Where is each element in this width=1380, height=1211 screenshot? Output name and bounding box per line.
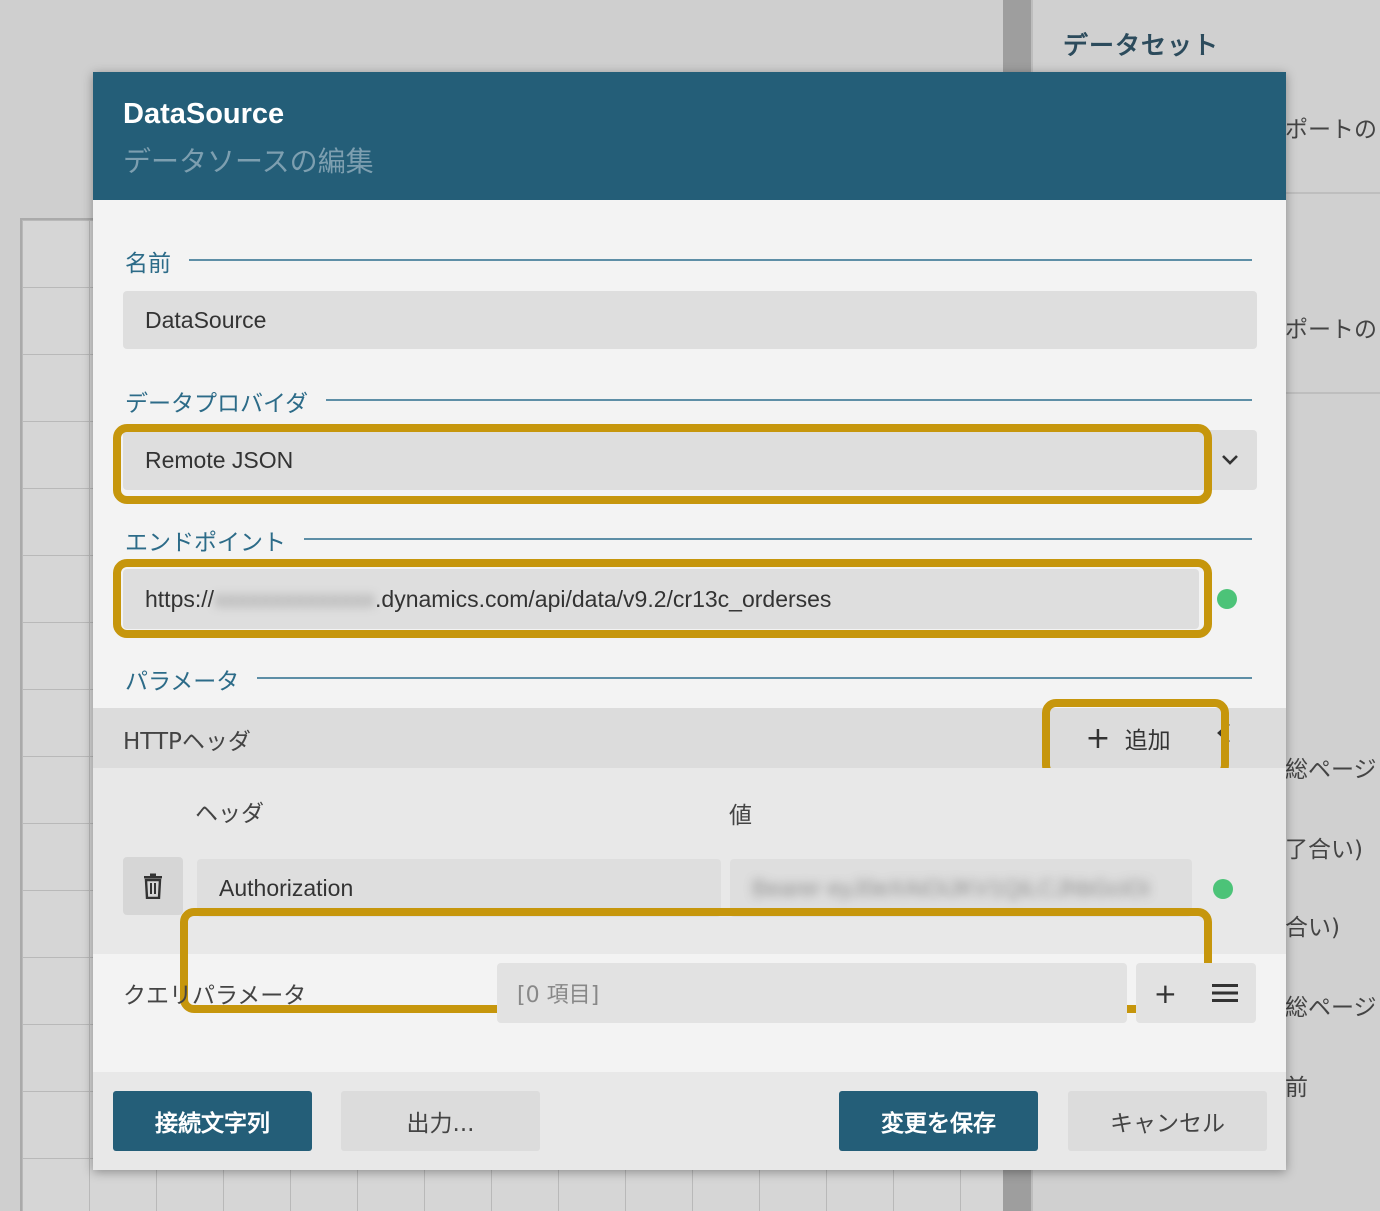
collapse-icon[interactable] — [1215, 722, 1231, 750]
panel-item-text: 総ページ — [1285, 757, 1377, 783]
panel-item-text: ポートの — [1285, 117, 1377, 143]
save-changes-button[interactable]: 変更を保存 — [839, 1091, 1038, 1151]
section-divider — [125, 259, 1252, 261]
header-column-title: ヘッダ — [195, 801, 264, 827]
export-button[interactable]: 出力... — [341, 1091, 540, 1151]
query-params-tools: + — [1136, 963, 1256, 1023]
chevron-down-icon — [1222, 455, 1238, 465]
endpoint-suffix: .dynamics.com/api/data/v9.2/cr13c_orders… — [375, 585, 832, 612]
endpoint-prefix: https:// — [145, 585, 215, 612]
http-headers-bar: HTTPヘッダ + 追加 — [93, 708, 1286, 768]
dataset-panel-title: データセット — [1063, 31, 1220, 60]
provider-section-label: データプロバイダ — [125, 384, 327, 418]
dialog-footer: 接続文字列 出力... 変更を保存 キャンセル — [93, 1072, 1286, 1170]
panel-item-text: 前 — [1285, 1075, 1308, 1101]
header-name-input[interactable]: Authorization — [197, 859, 721, 917]
query-params-label: クエリパラメータ — [123, 983, 307, 1009]
datasource-edit-dialog: DataSource データソースの編集 名前 DataSource データプロ… — [93, 72, 1286, 1170]
cancel-button[interactable]: キャンセル — [1068, 1091, 1267, 1151]
header-status-icon — [1213, 879, 1233, 899]
http-headers-label: HTTPヘッダ — [123, 729, 251, 755]
header-value-input[interactable]: Bearer eyJ0eXAiOiJKV1QiLCJhbGciOi — [730, 859, 1192, 917]
add-header-button[interactable]: + 追加 — [1068, 718, 1188, 758]
value-column-title: 値 — [729, 803, 752, 829]
menu-icon[interactable] — [1212, 983, 1239, 1003]
name-section-label: 名前 — [125, 244, 189, 278]
endpoint-input[interactable]: https://xxxxxxxxxxxxxx .dynamics.com/api/… — [123, 569, 1199, 629]
provider-select[interactable]: Remote JSON — [123, 430, 1203, 490]
plus-icon: + — [1085, 720, 1111, 756]
parameters-section-label: パラメータ — [125, 662, 258, 696]
header-value-redacted: Bearer eyJ0eXAiOiJKV1QiLCJhbGciOi — [752, 874, 1150, 901]
connection-string-button[interactable]: 接続文字列 — [113, 1091, 312, 1151]
name-input[interactable]: DataSource — [123, 291, 1257, 349]
query-params-field[interactable]: [0 項目] — [497, 963, 1127, 1023]
add-query-param-icon[interactable]: + — [1154, 977, 1177, 1010]
panel-item-text: ポートの — [1285, 317, 1377, 343]
endpoint-redacted-host: xxxxxxxxxxxxxx — [214, 585, 376, 612]
endpoint-section-label: エンドポイント — [125, 523, 304, 557]
panel-item-text: 総ページ — [1285, 995, 1377, 1021]
dialog-header: DataSource データソースの編集 — [93, 72, 1286, 200]
endpoint-status-icon — [1217, 589, 1237, 609]
add-header-label: 追加 — [1124, 728, 1171, 754]
dialog-subtitle: データソースの編集 — [123, 145, 374, 178]
delete-header-button[interactable] — [123, 857, 183, 915]
provider-dropdown-button[interactable] — [1203, 430, 1257, 490]
panel-item-text: 合い) — [1285, 915, 1340, 941]
panel-item-text: 了合い) — [1285, 837, 1363, 863]
dialog-title: DataSource — [123, 98, 285, 130]
http-headers-table: ヘッダ 値 Authorization Bearer eyJ0eXAiOiJKV… — [93, 768, 1286, 1013]
trash-icon — [144, 873, 162, 899]
section-divider — [125, 677, 1252, 679]
